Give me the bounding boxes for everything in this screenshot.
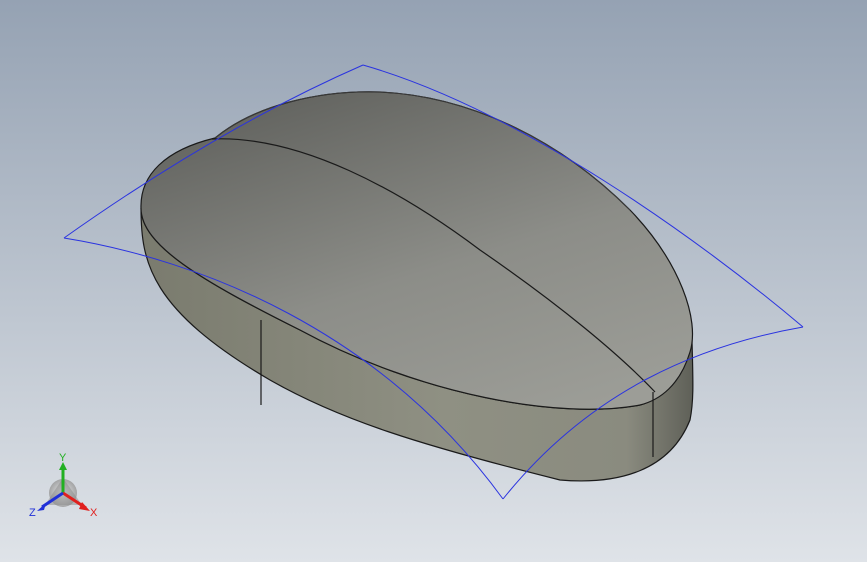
x-axis-label: X — [90, 507, 98, 519]
y-axis-label: Y — [59, 452, 67, 464]
graphics-viewport[interactable]: Y X Z — [0, 0, 867, 562]
scene-canvas[interactable]: Y X Z — [0, 0, 867, 562]
z-axis-label: Z — [29, 507, 36, 519]
